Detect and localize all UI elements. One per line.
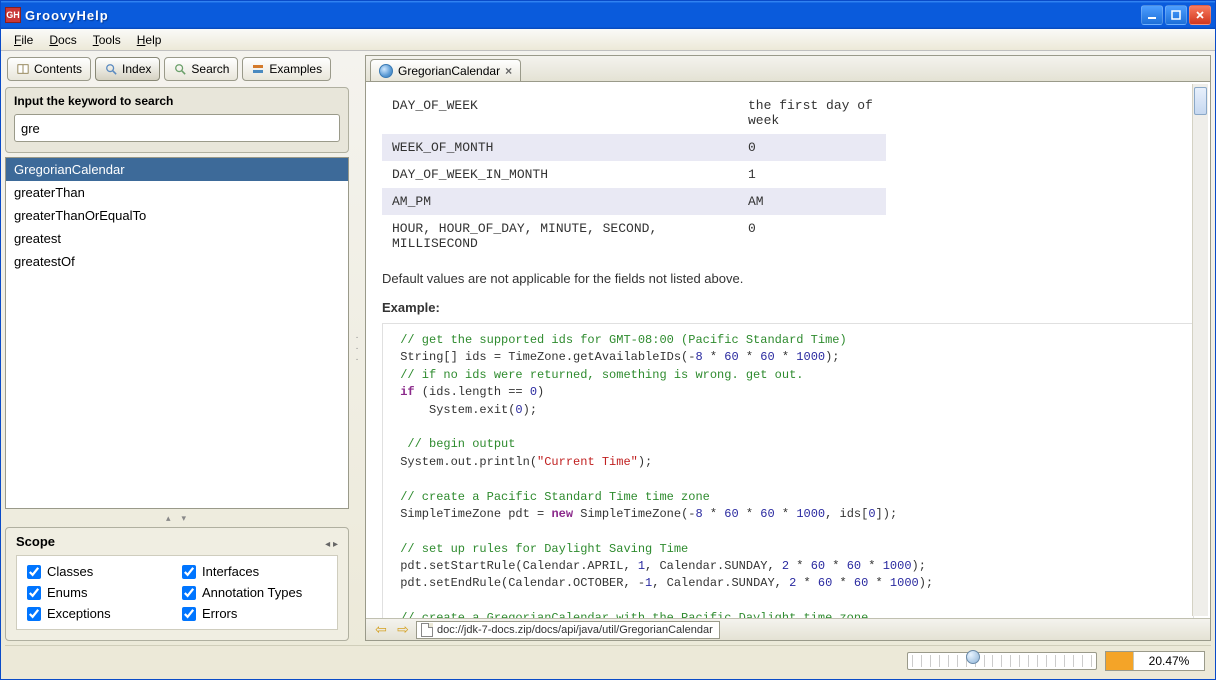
titlebar[interactable]: GH GroovyHelp [1,1,1215,29]
right-panel: GregorianCalendar × DAY_OF_WEEKthe first… [365,55,1211,641]
menu-docs[interactable]: Docs [42,31,83,49]
main-area: ContentsIndexSearchExamples Input the ke… [1,51,1215,679]
contents-icon [16,62,30,76]
example-label: Example: [382,300,1194,315]
percent-text: 20.47% [1134,654,1204,668]
result-item[interactable]: greatest [6,227,348,250]
slider-knob[interactable] [966,650,980,664]
url-box[interactable]: doc://jdk-7-docs.zip/docs/api/java/util/… [416,621,720,639]
checkbox[interactable] [27,565,41,579]
search-label: Input the keyword to search [14,94,340,108]
menubar: File Docs Tools Help [1,29,1215,51]
checkbox[interactable] [182,586,196,600]
results-list[interactable]: GregorianCalendargreaterThangreaterThanO… [5,157,349,509]
doc-tab-label: GregorianCalendar [398,64,500,78]
menu-file[interactable]: File [7,31,40,49]
checkbox[interactable] [27,607,41,621]
scope-check-exceptions[interactable]: Exceptions [27,606,172,621]
vertical-splitter[interactable]: ··· [353,55,361,641]
nav-strip: ⇦ ⇨ doc://jdk-7-docs.zip/docs/api/java/u… [366,618,1210,640]
doc-body[interactable]: DAY_OF_WEEKthe first day of weekWEEK_OF_… [366,82,1210,618]
close-tab-icon[interactable]: × [505,64,512,78]
zoom-slider[interactable] [907,652,1097,670]
search-box: Input the keyword to search [5,87,349,153]
app-icon: GH [5,7,21,23]
horizontal-splitter[interactable]: ▴ ▾ [5,513,349,523]
scope-panel: Scope ◂ ▸ Classes Interfaces Enums Annotati… [5,527,349,641]
back-button[interactable]: ⇦ [372,622,390,638]
result-item[interactable]: greaterThanOrEqualTo [6,204,348,227]
percent-box: 20.47% [1105,651,1205,671]
app-window: GH GroovyHelp File Docs Tools Help Conte… [0,0,1216,680]
search-icon [173,62,187,76]
menu-help[interactable]: Help [130,31,169,49]
globe-icon [379,64,393,78]
page-icon [421,623,433,637]
table-row: DAY_OF_WEEK_IN_MONTH1 [382,161,886,188]
search-input[interactable] [14,114,340,142]
code-block: // get the supported ids for GMT-08:00 (… [382,323,1194,618]
forward-button[interactable]: ⇨ [394,622,412,638]
scope-check-errors[interactable]: Errors [182,606,327,621]
scrollbar-thumb[interactable] [1194,87,1207,115]
checkbox[interactable] [182,607,196,621]
left-tab-index[interactable]: Index [95,57,160,81]
scope-title: Scope [16,534,55,549]
url-text: doc://jdk-7-docs.zip/docs/api/java/util/… [437,624,713,636]
minimize-button[interactable] [1141,5,1163,25]
menu-tools[interactable]: Tools [86,31,128,49]
scope-check-interfaces[interactable]: Interfaces [182,564,327,579]
result-item[interactable]: GregorianCalendar [6,158,348,181]
left-tab-contents[interactable]: Contents [7,57,91,81]
result-item[interactable]: greaterThan [6,181,348,204]
left-tab-examples[interactable]: Examples [242,57,331,81]
app-title: GroovyHelp [25,8,1141,23]
result-item[interactable]: greatestOf [6,250,348,273]
fields-table: DAY_OF_WEEKthe first day of weekWEEK_OF_… [382,92,886,257]
scope-check-enums[interactable]: Enums [27,585,172,600]
scope-check-annotation-types[interactable]: Annotation Types [182,585,327,600]
table-row: DAY_OF_WEEKthe first day of week [382,92,886,134]
doc-tabs: GregorianCalendar × [366,56,1210,82]
left-tabs: ContentsIndexSearchExamples [5,55,349,83]
table-row: AM_PMAM [382,188,886,215]
checkbox[interactable] [182,565,196,579]
percent-swatch [1106,652,1134,670]
left-panel: ContentsIndexSearchExamples Input the ke… [5,55,349,641]
examples-icon [251,62,265,76]
scope-handle-icon[interactable]: ◂ ▸ [325,539,338,550]
scope-check-classes[interactable]: Classes [27,564,172,579]
checkbox[interactable] [27,586,41,600]
doc-note: Default values are not applicable for th… [382,271,1194,286]
status-row: 20.47% [5,645,1211,675]
maximize-button[interactable] [1165,5,1187,25]
left-tab-search[interactable]: Search [164,57,238,81]
table-row: WEEK_OF_MONTH0 [382,134,886,161]
index-icon [104,62,118,76]
close-button[interactable] [1189,5,1211,25]
table-row: HOUR, HOUR_OF_DAY, MINUTE, SECOND, MILLI… [382,215,886,257]
doc-tab-gregoriancalendar[interactable]: GregorianCalendar × [370,59,521,81]
scrollbar[interactable] [1192,84,1208,616]
